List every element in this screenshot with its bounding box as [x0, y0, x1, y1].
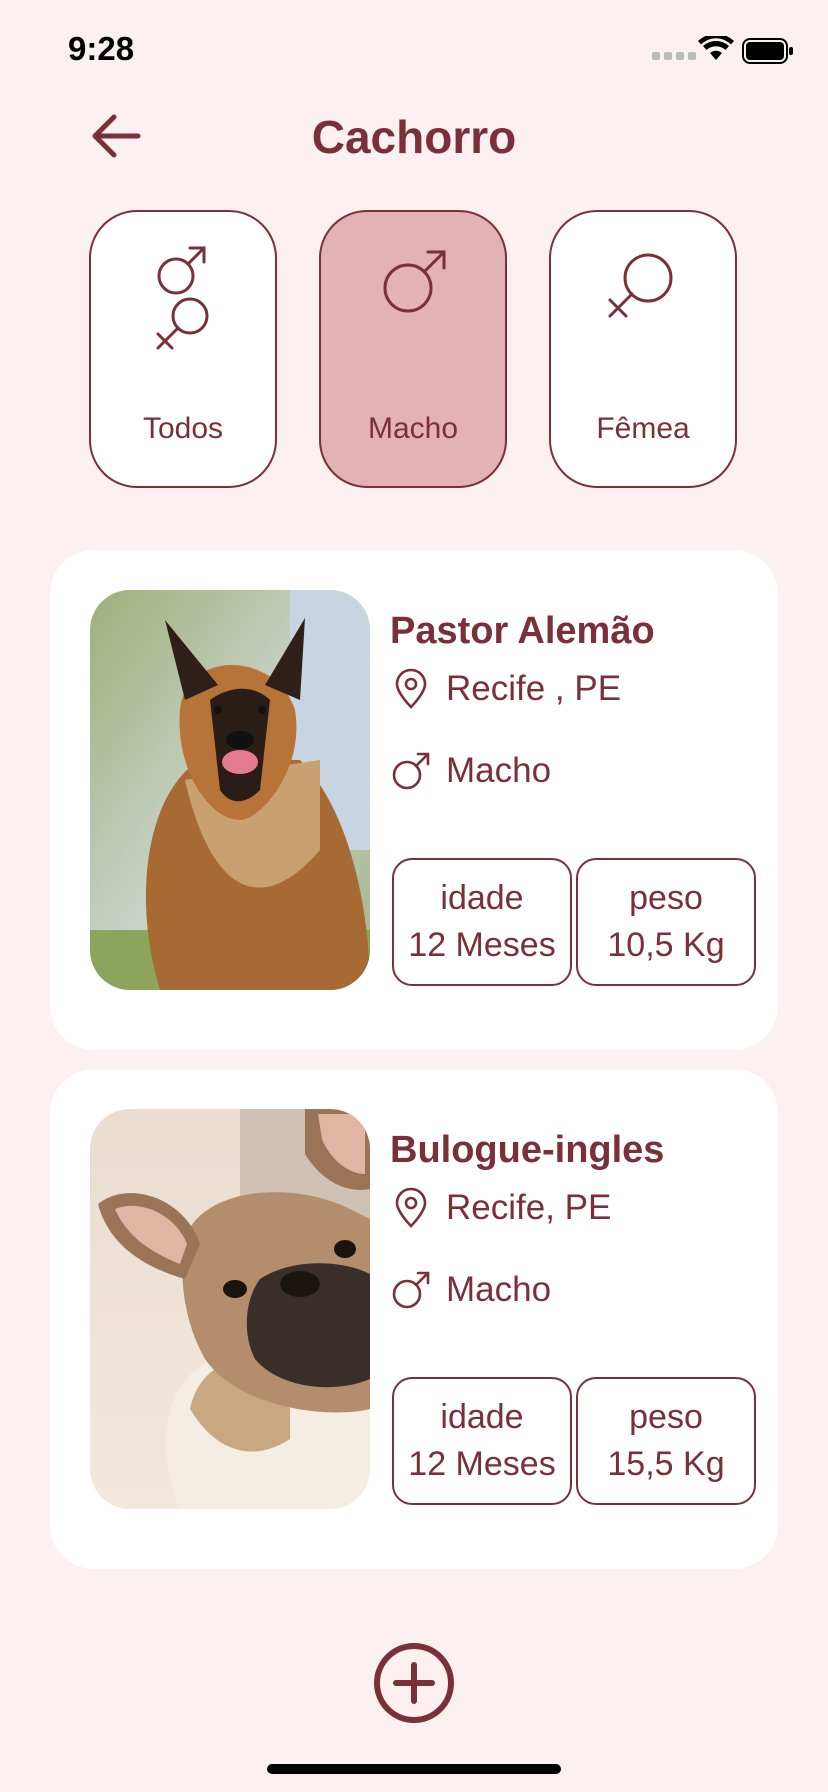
battery-icon	[742, 38, 793, 64]
pet-card[interactable]: Bulogue-ingles Recife, PE Macho idade 12…	[50, 1069, 778, 1569]
male-icon	[392, 752, 430, 790]
header: Cachorro	[0, 100, 828, 176]
pet-age-box: idade 12 Meses	[392, 1377, 572, 1505]
filter-macho-button[interactable]: Macho	[319, 210, 507, 488]
pet-weight-label: peso	[629, 1397, 703, 1436]
home-indicator	[267, 1764, 561, 1774]
pet-weight-label: peso	[629, 878, 703, 917]
pet-weight-box: peso 10,5 Kg	[576, 858, 756, 986]
pet-sex: Macho	[446, 751, 552, 790]
plus-circle-icon	[374, 1643, 454, 1723]
pet-weight-box: peso 15,5 Kg	[576, 1377, 756, 1505]
filter-femea-button[interactable]: Fêmea	[549, 210, 737, 488]
pet-location-row: Recife , PE	[390, 668, 621, 710]
pet-location: Recife , PE	[446, 669, 622, 708]
page-title: Cachorro	[311, 111, 517, 163]
male-icon	[392, 1271, 430, 1309]
location-pin-icon	[395, 668, 427, 709]
pet-sex-row: Macho	[390, 1269, 551, 1311]
pet-age-box: idade 12 Meses	[392, 858, 572, 986]
female-icon	[608, 253, 673, 318]
status-time: 9:28	[68, 30, 135, 67]
sex-filter-group: Todos Macho Fêmea	[89, 210, 737, 488]
pet-location-row: Recife, PE	[390, 1187, 611, 1229]
male-female-icon	[156, 246, 209, 350]
location-pin-icon	[395, 1187, 427, 1228]
filter-todos-label: Todos	[142, 412, 224, 445]
pet-photo-french-bulldog	[90, 1109, 370, 1509]
status-bar: 9:28	[0, 0, 828, 100]
pet-age-label: idade	[440, 878, 524, 917]
pet-sex: Macho	[446, 1270, 552, 1309]
filter-todos-button[interactable]: Todos	[89, 210, 277, 488]
wifi-icon	[698, 36, 734, 60]
pet-weight-value: 10,5 Kg	[607, 926, 725, 964]
filter-macho-label: Macho	[367, 412, 459, 445]
cellular-signal-icon	[652, 52, 696, 60]
pet-location: Recife, PE	[446, 1188, 612, 1227]
filter-femea-label: Fêmea	[596, 412, 690, 445]
pet-weight-value: 15,5 Kg	[607, 1445, 725, 1483]
male-icon	[383, 250, 446, 313]
pet-name: Pastor Alemão	[390, 610, 655, 652]
pet-age-value: 12 Meses	[408, 926, 556, 964]
pet-sex-row: Macho	[390, 750, 551, 792]
add-pet-button[interactable]	[372, 1641, 456, 1725]
pet-photo-german-shepherd	[90, 590, 370, 990]
pet-card[interactable]: Pastor Alemão Recife , PE Macho idade 12…	[50, 550, 778, 1050]
pet-name: Bulogue-ingles	[390, 1129, 665, 1171]
pet-age-value: 12 Meses	[408, 1445, 556, 1483]
pet-age-label: idade	[440, 1397, 524, 1436]
